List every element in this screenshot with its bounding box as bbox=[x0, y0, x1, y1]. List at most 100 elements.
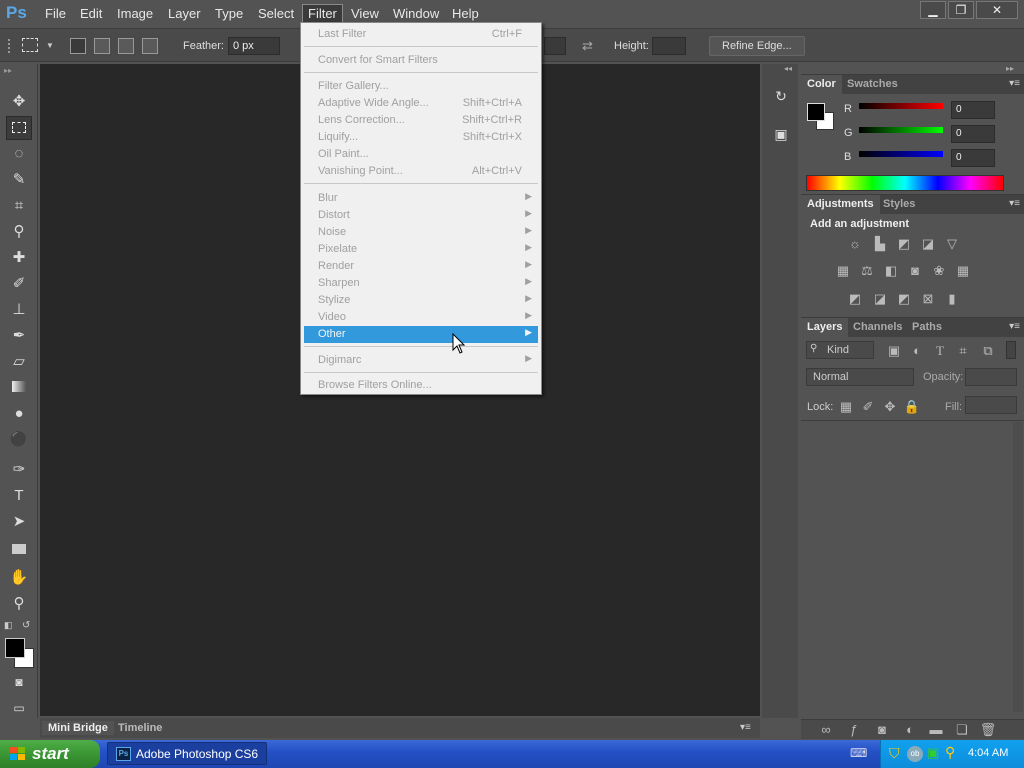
tab-timeline[interactable]: Timeline bbox=[112, 721, 168, 735]
filter-adaptive-wide-angle[interactable]: Adaptive Wide Angle... Shift+Ctrl+A bbox=[304, 95, 538, 112]
history-panel-icon[interactable]: ↻ bbox=[770, 88, 792, 110]
fill-field[interactable] bbox=[965, 396, 1017, 414]
marquee-preset-icon[interactable] bbox=[22, 38, 38, 52]
intersect-selection-icon[interactable] bbox=[142, 38, 158, 54]
minimize-button[interactable]: ▁ bbox=[920, 1, 946, 19]
filter-gallery[interactable]: Filter Gallery... bbox=[304, 78, 538, 95]
restore-button[interactable]: ❐ bbox=[948, 1, 974, 19]
shape-layer-filter-icon[interactable]: ⌗ bbox=[954, 343, 972, 359]
subtract-selection-icon[interactable] bbox=[118, 38, 134, 54]
lock-transparent-icon[interactable]: ▦ bbox=[837, 399, 855, 415]
filter-render[interactable]: Render ▶ bbox=[304, 258, 538, 275]
collapse-dock-icon[interactable]: ◂◂ bbox=[784, 64, 792, 73]
threshold-icon[interactable]: ◩ bbox=[895, 291, 913, 307]
filter-lens-correction[interactable]: Lens Correction... Shift+Ctrl+R bbox=[304, 112, 538, 129]
collapse-panels-icon[interactable]: ▸▸ bbox=[1006, 64, 1014, 73]
dodge-tool-icon[interactable]: ⚫ bbox=[6, 428, 32, 452]
lock-all-icon[interactable]: 🔒 bbox=[903, 399, 921, 415]
type-layer-filter-icon[interactable]: T bbox=[931, 343, 949, 359]
g-slider[interactable] bbox=[859, 127, 943, 133]
zoom-tool-icon[interactable]: ⚲ bbox=[6, 592, 32, 616]
lock-position-icon[interactable]: ✥ bbox=[881, 399, 899, 415]
menu-type[interactable]: Type bbox=[210, 5, 248, 22]
menu-file[interactable]: File bbox=[40, 5, 71, 22]
filter-liquify[interactable]: Liquify... Shift+Ctrl+X bbox=[304, 129, 538, 146]
gradient-map-icon[interactable]: ▮ bbox=[943, 291, 961, 307]
filter-blur[interactable]: Blur ▶ bbox=[304, 190, 538, 207]
r-slider[interactable] bbox=[859, 103, 943, 109]
panel-menu-icon[interactable]: ▾≡ bbox=[1009, 198, 1020, 209]
type-tool-icon[interactable]: T bbox=[6, 484, 32, 508]
menu-view[interactable]: View bbox=[346, 5, 384, 22]
shield-icon[interactable]: ⛉ bbox=[889, 745, 900, 762]
menu-select[interactable]: Select bbox=[253, 5, 299, 22]
filter-vanishing-point[interactable]: Vanishing Point... Alt+Ctrl+V bbox=[304, 163, 538, 180]
black-white-icon[interactable]: ◧ bbox=[882, 263, 900, 279]
default-colors-icon[interactable]: ◧ bbox=[4, 620, 13, 631]
levels-icon[interactable]: ▙ bbox=[871, 236, 889, 252]
keyboard-icon[interactable]: ⌨ bbox=[850, 746, 867, 760]
filter-other[interactable]: Other ▶ bbox=[304, 326, 538, 343]
exposure-icon[interactable]: ◪ bbox=[919, 236, 937, 252]
posterize-icon[interactable]: ◪ bbox=[871, 291, 889, 307]
brightness-icon[interactable]: ☼ bbox=[846, 236, 864, 252]
smart-object-filter-icon[interactable]: ⧉ bbox=[979, 343, 997, 359]
lasso-tool-icon[interactable]: ◌ bbox=[6, 142, 32, 166]
tab-swatches[interactable]: Swatches bbox=[841, 75, 904, 94]
taskbar-item-photoshop[interactable]: Ps Adobe Photoshop CS6 bbox=[107, 742, 267, 765]
curves-icon[interactable]: ◩ bbox=[895, 236, 913, 252]
menu-help[interactable]: Help bbox=[447, 5, 484, 22]
close-button[interactable]: ✕ bbox=[976, 1, 1018, 19]
filter-stylize[interactable]: Stylize ▶ bbox=[304, 292, 538, 309]
swap-colors-icon[interactable]: ↺ bbox=[22, 620, 30, 631]
panel-menu-icon[interactable]: ▾≡ bbox=[740, 722, 751, 733]
eyedropper-tool-icon[interactable]: ⚲ bbox=[6, 220, 32, 244]
height-input[interactable] bbox=[652, 37, 686, 55]
b-value-field[interactable]: 0 bbox=[951, 149, 995, 167]
eraser-tool-icon[interactable]: ▱ bbox=[6, 350, 32, 374]
trash-icon[interactable]: 🗑 bbox=[979, 722, 997, 738]
history-brush-tool-icon[interactable]: ✒ bbox=[6, 324, 32, 348]
tab-layers[interactable]: Layers bbox=[801, 318, 849, 337]
g-value-field[interactable]: 0 bbox=[951, 125, 995, 143]
tab-color[interactable]: Color bbox=[801, 75, 842, 94]
menu-window[interactable]: Window bbox=[388, 5, 444, 22]
refine-edge-button[interactable]: Refine Edge... bbox=[709, 36, 805, 56]
blur-tool-icon[interactable]: ● bbox=[6, 402, 32, 426]
filter-distort[interactable]: Distort ▶ bbox=[304, 207, 538, 224]
tab-paths[interactable]: Paths bbox=[906, 318, 948, 337]
hue-saturation-icon[interactable]: ▦ bbox=[834, 263, 852, 279]
color-spectrum-bar[interactable] bbox=[806, 175, 1004, 191]
filter-oil-paint[interactable]: Oil Paint... bbox=[304, 146, 538, 163]
panel-menu-icon[interactable]: ▾≡ bbox=[1009, 78, 1020, 89]
color-balance-icon[interactable]: ⚖ bbox=[858, 263, 876, 279]
filter-video[interactable]: Video ▶ bbox=[304, 309, 538, 326]
tab-adjustments[interactable]: Adjustments bbox=[801, 195, 880, 214]
adjustment-layer-filter-icon[interactable]: ◐ bbox=[908, 343, 926, 359]
new-adjustment-icon[interactable]: ◐ bbox=[901, 722, 919, 738]
healing-brush-tool-icon[interactable]: ✚ bbox=[6, 246, 32, 270]
tab-styles[interactable]: Styles bbox=[877, 195, 921, 214]
network-status-icon[interactable]: ob bbox=[907, 746, 923, 762]
width-input[interactable] bbox=[544, 37, 566, 55]
filter-last-filter[interactable]: Last Filter Ctrl+F bbox=[304, 26, 538, 43]
swap-icon[interactable]: ⇄ bbox=[582, 38, 593, 54]
pixel-layer-filter-icon[interactable]: ▣ bbox=[885, 343, 903, 359]
quick-mask-icon[interactable]: ◙ bbox=[6, 670, 32, 694]
photo-filter-icon[interactable]: ◙ bbox=[906, 263, 924, 279]
filter-browse-online[interactable]: Browse Filters Online... bbox=[304, 377, 538, 394]
opacity-field[interactable] bbox=[965, 368, 1017, 386]
chevron-down-icon[interactable]: ▼ bbox=[46, 41, 54, 50]
menu-image[interactable]: Image bbox=[112, 5, 158, 22]
screen-mode-icon[interactable]: ▭ bbox=[6, 696, 32, 720]
filter-noise[interactable]: Noise ▶ bbox=[304, 224, 538, 241]
foreground-color-swatch[interactable] bbox=[5, 638, 25, 658]
move-tool-icon[interactable]: ✥ bbox=[6, 90, 32, 114]
hand-tool-icon[interactable]: ✋ bbox=[6, 566, 32, 590]
menu-edit[interactable]: Edit bbox=[75, 5, 107, 22]
path-selection-tool-icon[interactable]: ➤ bbox=[6, 510, 32, 534]
vibrance-icon[interactable]: ▽ bbox=[943, 236, 961, 252]
pen-tool-icon[interactable]: ✑ bbox=[6, 458, 32, 482]
marquee-tool-icon[interactable] bbox=[6, 116, 32, 140]
blend-mode-select[interactable]: Normal bbox=[806, 368, 914, 386]
